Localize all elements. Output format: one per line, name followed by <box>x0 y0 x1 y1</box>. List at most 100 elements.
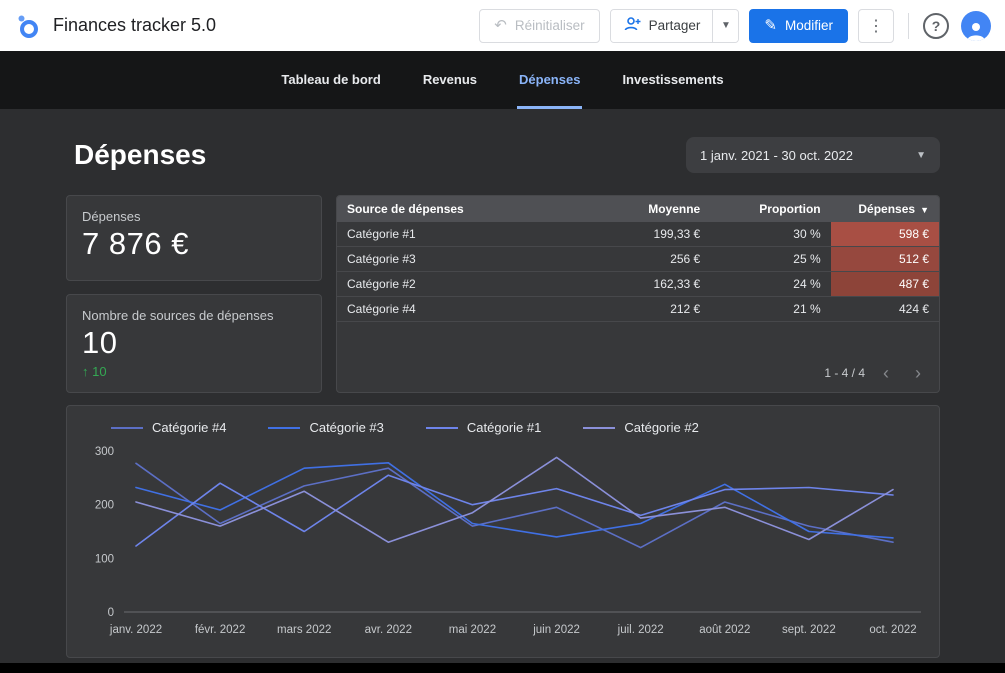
chart-legend: Catégorie #4 Catégorie #3 Catégorie #1 Caté… <box>81 414 925 439</box>
legend-swatch <box>268 426 301 429</box>
cell-depenses-heat: 598 € <box>830 222 939 247</box>
svg-text:0: 0 <box>108 607 114 619</box>
svg-text:100: 100 <box>95 553 114 565</box>
col-header-proportion[interactable]: Proportion <box>710 196 831 222</box>
reset-button[interactable]: ↶ Réinitialiser <box>479 8 600 43</box>
expenses-table: Source de dépenses Moyenne Proportion Dé… <box>337 196 939 322</box>
reset-label: Réinitialiser <box>514 18 585 33</box>
page-head: Dépenses 1 janv. 2021 - 30 oct. 2022 ▼ <box>66 137 940 173</box>
line-chart[interactable]: 0 100 200 300 janv. 2022 févr. 2022 mars 2022 a… <box>81 439 925 645</box>
cell-proportion: 21 % <box>710 296 831 322</box>
topbar-actions: ↶ Réinitialiser Partager ▼ ✎ Modifier ⋮ <box>479 8 991 43</box>
svg-text:sept. 2022: sept. 2022 <box>782 624 836 636</box>
delta-value: 10 <box>92 364 107 379</box>
svg-text:févr. 2022: févr. 2022 <box>195 624 246 636</box>
tab-revenus[interactable]: Revenus <box>421 51 479 109</box>
page-title: Dépenses <box>74 139 207 170</box>
scorecard-label: Dépenses <box>82 209 141 224</box>
expenses-table-card: Source de dépenses Moyenne Proportion Dé… <box>336 195 940 393</box>
prev-page-button[interactable]: ‹ <box>875 364 897 382</box>
cell-moyenne: 212 € <box>577 296 711 322</box>
legend-swatch <box>425 426 458 429</box>
col-header-source[interactable]: Source de dépenses <box>337 196 578 222</box>
edit-label: Modifier <box>784 18 833 33</box>
pencil-icon: ✎ <box>764 17 777 34</box>
svg-text:mai 2022: mai 2022 <box>449 624 496 636</box>
cell-moyenne: 162,33 € <box>577 271 711 297</box>
cards-row: Dépenses 7 876 € Nombre de sources de dé… <box>66 195 940 393</box>
cell-depenses-heat: 512 € <box>830 246 939 272</box>
svg-text:200: 200 <box>95 500 114 512</box>
svg-text:janv. 2022: janv. 2022 <box>109 624 162 636</box>
share-split-button: Partager ▼ <box>609 8 740 43</box>
cell-source: Catégorie #4 <box>337 296 578 322</box>
pagination: 1 - 4 / 4 ‹ › <box>337 356 939 392</box>
cell-source: Catégorie #3 <box>337 246 578 272</box>
more-options-button[interactable]: ⋮ <box>858 8 894 43</box>
topbar: Finances tracker 5.0 ↶ Réinitialiser Par… <box>0 0 1005 51</box>
legend-item[interactable]: Catégorie #4 <box>111 420 226 435</box>
col-header-label: Dépenses <box>858 202 916 216</box>
legend-swatch <box>583 426 616 429</box>
cell-depenses-heat: 487 € <box>830 271 939 297</box>
edit-button[interactable]: ✎ Modifier <box>749 8 848 43</box>
table-row: Catégorie #2 162,33 € 24 % 487 € <box>337 271 939 297</box>
svg-text:août 2022: août 2022 <box>699 624 750 636</box>
scorecard-value: 10 <box>82 325 118 360</box>
col-header-moyenne[interactable]: Moyenne <box>577 196 711 222</box>
legend-label: Catégorie #4 <box>152 420 227 435</box>
cell-depenses-heat: 424 € <box>830 296 939 322</box>
tab-tableau-de-bord[interactable]: Tableau de bord <box>279 51 382 109</box>
share-dropdown-button[interactable]: ▼ <box>712 9 739 42</box>
cell-source: Catégorie #2 <box>337 271 578 297</box>
help-button[interactable]: ? <box>923 12 949 39</box>
person-add-icon <box>623 17 641 34</box>
legend-swatch <box>111 426 143 429</box>
cell-proportion: 30 % <box>710 222 831 247</box>
scorecard-depenses: Dépenses 7 876 € <box>66 195 322 281</box>
sort-desc-icon: ▼ <box>920 205 929 215</box>
bottom-strip <box>0 663 1005 673</box>
date-range-value: 1 janv. 2021 - 30 oct. 2022 <box>700 147 853 163</box>
legend-label: Catégorie #2 <box>624 420 699 435</box>
next-page-button[interactable]: › <box>907 364 929 382</box>
scorecard-sources: Nombre de sources de dépenses 10 ↑ 10 <box>66 294 322 393</box>
table-row: Catégorie #3 256 € 25 % 512 € <box>337 246 939 272</box>
scorecard-value: 7 876 € <box>82 226 189 261</box>
legend-label: Catégorie #3 <box>309 420 384 435</box>
svg-text:juin 2022: juin 2022 <box>532 624 580 636</box>
divider <box>908 12 909 39</box>
scorecards-column: Dépenses 7 876 € Nombre de sources de dé… <box>66 195 322 393</box>
table-row: Catégorie #1 199,33 € 30 % 598 € <box>337 222 939 247</box>
chevron-down-icon: ▼ <box>916 149 926 161</box>
cell-proportion: 24 % <box>710 271 831 297</box>
date-range-picker[interactable]: 1 janv. 2021 - 30 oct. 2022 ▼ <box>686 137 940 173</box>
svg-text:oct. 2022: oct. 2022 <box>869 624 916 636</box>
legend-item[interactable]: Catégorie #3 <box>268 420 384 435</box>
legend-label: Catégorie #1 <box>466 420 542 435</box>
cell-moyenne: 199,33 € <box>577 222 711 247</box>
tab-depenses[interactable]: Dépenses <box>517 51 583 109</box>
up-arrow-icon: ↑ <box>82 364 89 379</box>
legend-item[interactable]: Catégorie #1 <box>425 420 542 435</box>
tab-investissements[interactable]: Investissements <box>620 51 725 109</box>
table-row: Catégorie #4 212 € 21 % 424 € <box>337 296 939 322</box>
share-button[interactable]: Partager <box>610 9 713 42</box>
svg-text:mars 2022: mars 2022 <box>277 624 331 636</box>
scorecard-delta: ↑ 10 <box>82 364 306 379</box>
cell-source: Catégorie #1 <box>337 222 578 247</box>
report-tabs: Tableau de bord Revenus Dépenses Investi… <box>0 51 1005 109</box>
share-label: Partager <box>648 18 701 33</box>
svg-text:300: 300 <box>95 446 114 458</box>
avatar[interactable] <box>961 10 991 41</box>
col-header-depenses[interactable]: Dépenses ▼ <box>830 196 939 222</box>
scorecard-label: Nombre de sources de dépenses <box>82 308 274 323</box>
cell-moyenne: 256 € <box>577 246 711 272</box>
main-content: Dépenses 1 janv. 2021 - 30 oct. 2022 ▼ D… <box>0 109 1005 663</box>
legend-item[interactable]: Catégorie #2 <box>583 420 699 435</box>
pagination-range: 1 - 4 / 4 <box>824 366 865 380</box>
app-title: Finances tracker 5.0 <box>53 15 217 35</box>
undo-icon: ↶ <box>494 17 507 34</box>
cell-proportion: 25 % <box>710 246 831 272</box>
table-header-row: Source de dépenses Moyenne Proportion Dé… <box>337 196 939 222</box>
